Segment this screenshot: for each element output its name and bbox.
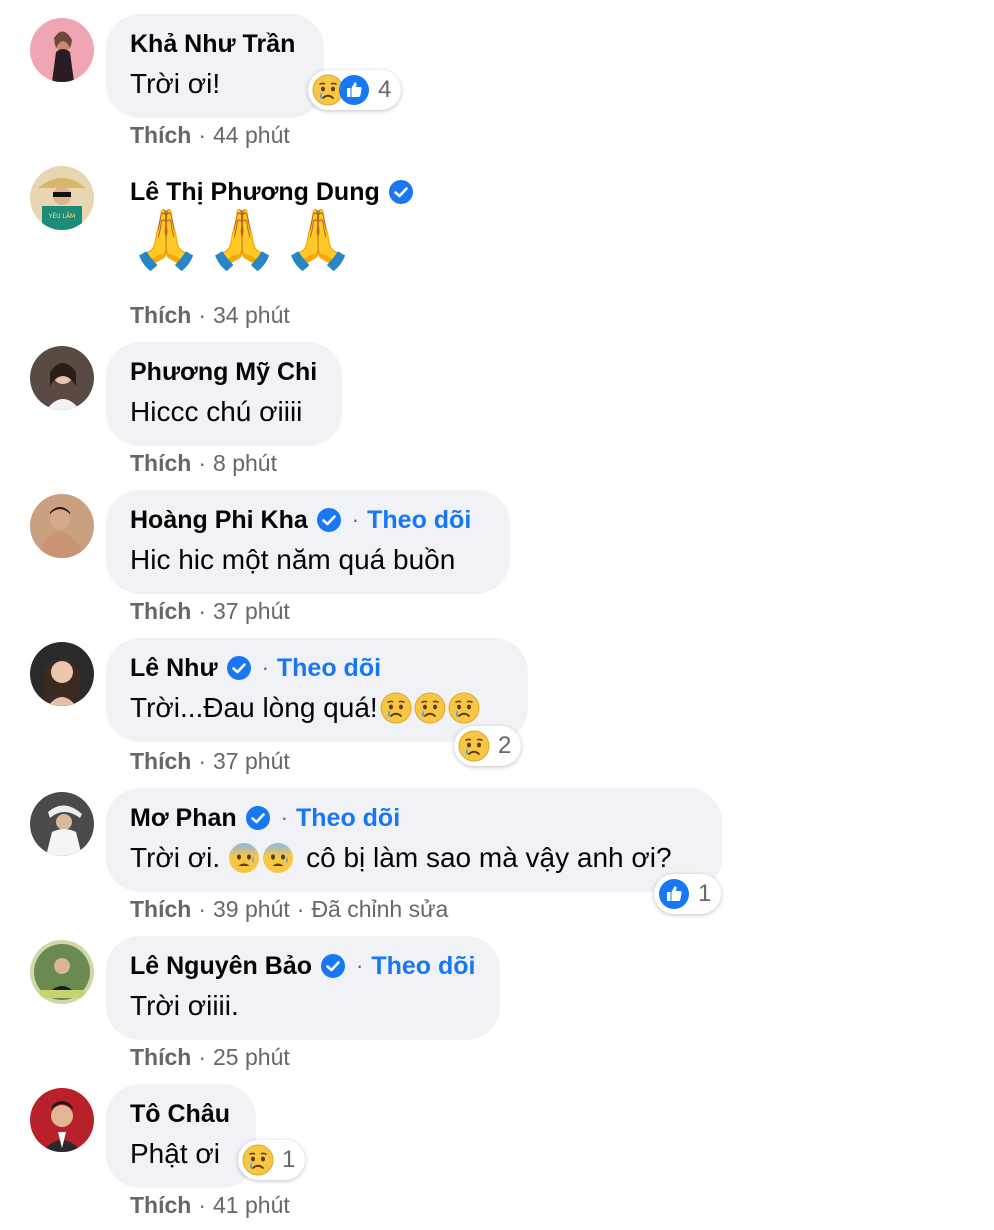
like-reaction-icon [658,878,690,910]
avatar[interactable] [30,792,94,856]
reaction-summary[interactable]: 1 [238,1140,306,1180]
reaction-count: 1 [282,1146,296,1173]
reaction-count: 1 [698,880,712,907]
anxious-face-icon [228,842,260,874]
comment-text: Trời...Đau lòng quá! [130,692,378,723]
timestamp[interactable]: 41 phút [213,1192,290,1218]
comment-text: cô bị làm sao mà vậy anh ơi? [306,842,672,873]
comment-meta: Thích · 34 phút [130,302,290,328]
follow-link[interactable]: Theo dõi [277,654,381,683]
comment-bubble: Khả Như Trần Trời ơi! [106,14,324,118]
like-link[interactable]: Thích [130,450,191,476]
comment-meta: Thích · 37 phút [130,748,290,774]
comment-text: Phật ơi [130,1138,220,1169]
sad-face-icon [448,692,480,724]
comment-meta: Thích · 44 phút [130,122,290,148]
comment-bubble: Hoàng Phi Kha · Theo dõi Hic hic một năm q… [106,490,510,594]
timestamp[interactable]: 8 phút [213,450,277,476]
comment-emoji: 🙏🙏🙏 [130,207,359,272]
commenter-name[interactable]: Hoàng Phi Kha [130,506,308,535]
timestamp[interactable]: 39 phút [213,896,290,922]
comment-meta: Thích · 25 phút [130,1044,290,1070]
comment-body: Lê Thị Phương Dung 🙏🙏🙏 [106,162,446,278]
comment-text: Trời ơi. [130,842,221,873]
like-link[interactable]: Thích [130,302,191,328]
comment-meta: Thích · 41 phút [130,1192,290,1218]
commenter-name[interactable]: Phương Mỹ Chi [130,358,317,387]
comment-text: Hiccc chú ơiiii [130,396,303,427]
avatar[interactable] [30,494,94,558]
like-link[interactable]: Thích [130,1044,191,1070]
reaction-summary[interactable]: 1 [654,874,722,914]
avatar[interactable] [30,346,94,410]
verified-badge-icon [245,805,271,831]
comment-bubble: Lê Nguyên Bảo · Theo dõi Trời ơiiii. [106,936,500,1040]
commenter-name[interactable]: Khả Như Trần [130,30,295,59]
reaction-count: 4 [378,76,392,103]
sad-face-icon [380,692,412,724]
anxious-face-icon [262,842,294,874]
comment-meta: Thích · 39 phút · Đã chỉnh sửa [130,896,449,922]
timestamp[interactable]: 37 phút [213,748,290,774]
commenter-name[interactable]: Lê Như [130,654,218,683]
comment-bubble: Mơ Phan · Theo dõi Trời ơi. cô bị làm sao … [106,788,722,892]
like-link[interactable]: Thích [130,122,191,148]
reaction-summary[interactable]: 4 [308,70,402,110]
comment-bubble: Phương Mỹ Chi Hiccc chú ơiiii [106,342,342,446]
verified-badge-icon [226,655,252,681]
like-reaction-icon [338,74,370,106]
sad-face-icon [414,692,446,724]
like-link[interactable]: Thích [130,598,191,624]
like-link[interactable]: Thích [130,896,191,922]
commenter-name[interactable]: Mơ Phan [130,804,237,833]
timestamp[interactable]: 34 phút [213,302,290,328]
comment-text: Trời ơiiii. [130,990,239,1021]
like-link[interactable]: Thích [130,748,191,774]
avatar[interactable]: YÊU LẮM [30,166,94,230]
verified-badge-icon [388,179,414,205]
follow-link[interactable]: Theo dõi [371,952,475,981]
avatar[interactable] [30,1088,94,1152]
follow-link[interactable]: Theo dõi [296,804,400,833]
avatar[interactable] [30,940,94,1004]
commenter-name[interactable]: Tô Châu [130,1100,230,1129]
comment-meta: Thích · 8 phút [130,450,277,476]
commenter-name[interactable]: Lê Thị Phương Dung [130,178,380,207]
verified-badge-icon [320,953,346,979]
verified-badge-icon [316,507,342,533]
comment-text: Trời ơi! [130,68,221,99]
commenter-name[interactable]: Lê Nguyên Bảo [130,952,312,981]
timestamp[interactable]: 25 phút [213,1044,290,1070]
comment-meta: Thích · 37 phút [130,598,290,624]
reaction-count: 2 [498,732,512,759]
reaction-summary[interactable]: 2 [454,726,522,766]
timestamp[interactable]: 37 phút [213,598,290,624]
comment-bubble: Lê Như · Theo dõi Trời...Đau lòng quá! [106,638,528,742]
timestamp[interactable]: 44 phút [213,122,290,148]
edited-label: Đã chỉnh sửa [311,896,449,922]
like-link[interactable]: Thích [130,1192,191,1218]
svg-text:YÊU LẮM: YÊU LẮM [48,212,75,220]
avatar[interactable] [30,18,94,82]
sad-reaction-icon [242,1144,274,1176]
sad-reaction-icon [458,730,490,762]
comment-bubble: Tô Châu Phật ơi [106,1084,256,1188]
comment-text: Hic hic một năm quá buồn [130,544,456,575]
follow-link[interactable]: Theo dõi [367,506,471,535]
avatar[interactable] [30,642,94,706]
